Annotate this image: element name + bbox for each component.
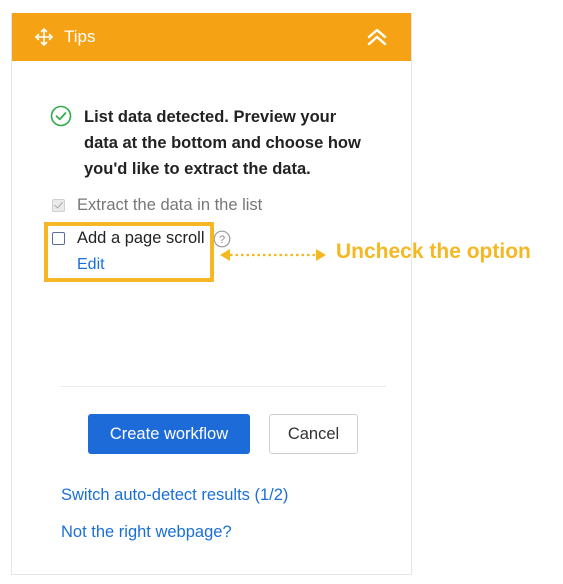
- detection-message: List data detected. Preview your data at…: [50, 104, 370, 182]
- create-workflow-button[interactable]: Create workflow: [88, 414, 250, 454]
- switch-auto-detect-link[interactable]: Switch auto-detect results (1/2): [61, 486, 288, 505]
- annotation-text: Uncheck the option: [336, 240, 531, 263]
- highlight-box: [44, 222, 214, 282]
- double-chevron-up-icon[interactable]: [365, 25, 389, 49]
- extract-list-checkbox[interactable]: [52, 199, 65, 212]
- double-arrow-icon: [220, 249, 326, 261]
- detection-text: List data detected. Preview your data at…: [84, 108, 361, 178]
- extract-list-option[interactable]: Extract the data in the list: [52, 196, 262, 215]
- check-circle-icon: [50, 105, 72, 127]
- cancel-button[interactable]: Cancel: [269, 414, 358, 454]
- wrong-webpage-link[interactable]: Not the right webpage?: [61, 523, 232, 542]
- move-arrows-icon[interactable]: [34, 27, 54, 47]
- tips-panel: Tips List data detected. Preview your da…: [11, 13, 412, 575]
- divider: [60, 386, 386, 387]
- svg-text:?: ?: [218, 234, 224, 246]
- panel-header: Tips: [12, 13, 411, 61]
- header-title: Tips: [64, 27, 96, 46]
- extract-list-label: Extract the data in the list: [77, 196, 263, 214]
